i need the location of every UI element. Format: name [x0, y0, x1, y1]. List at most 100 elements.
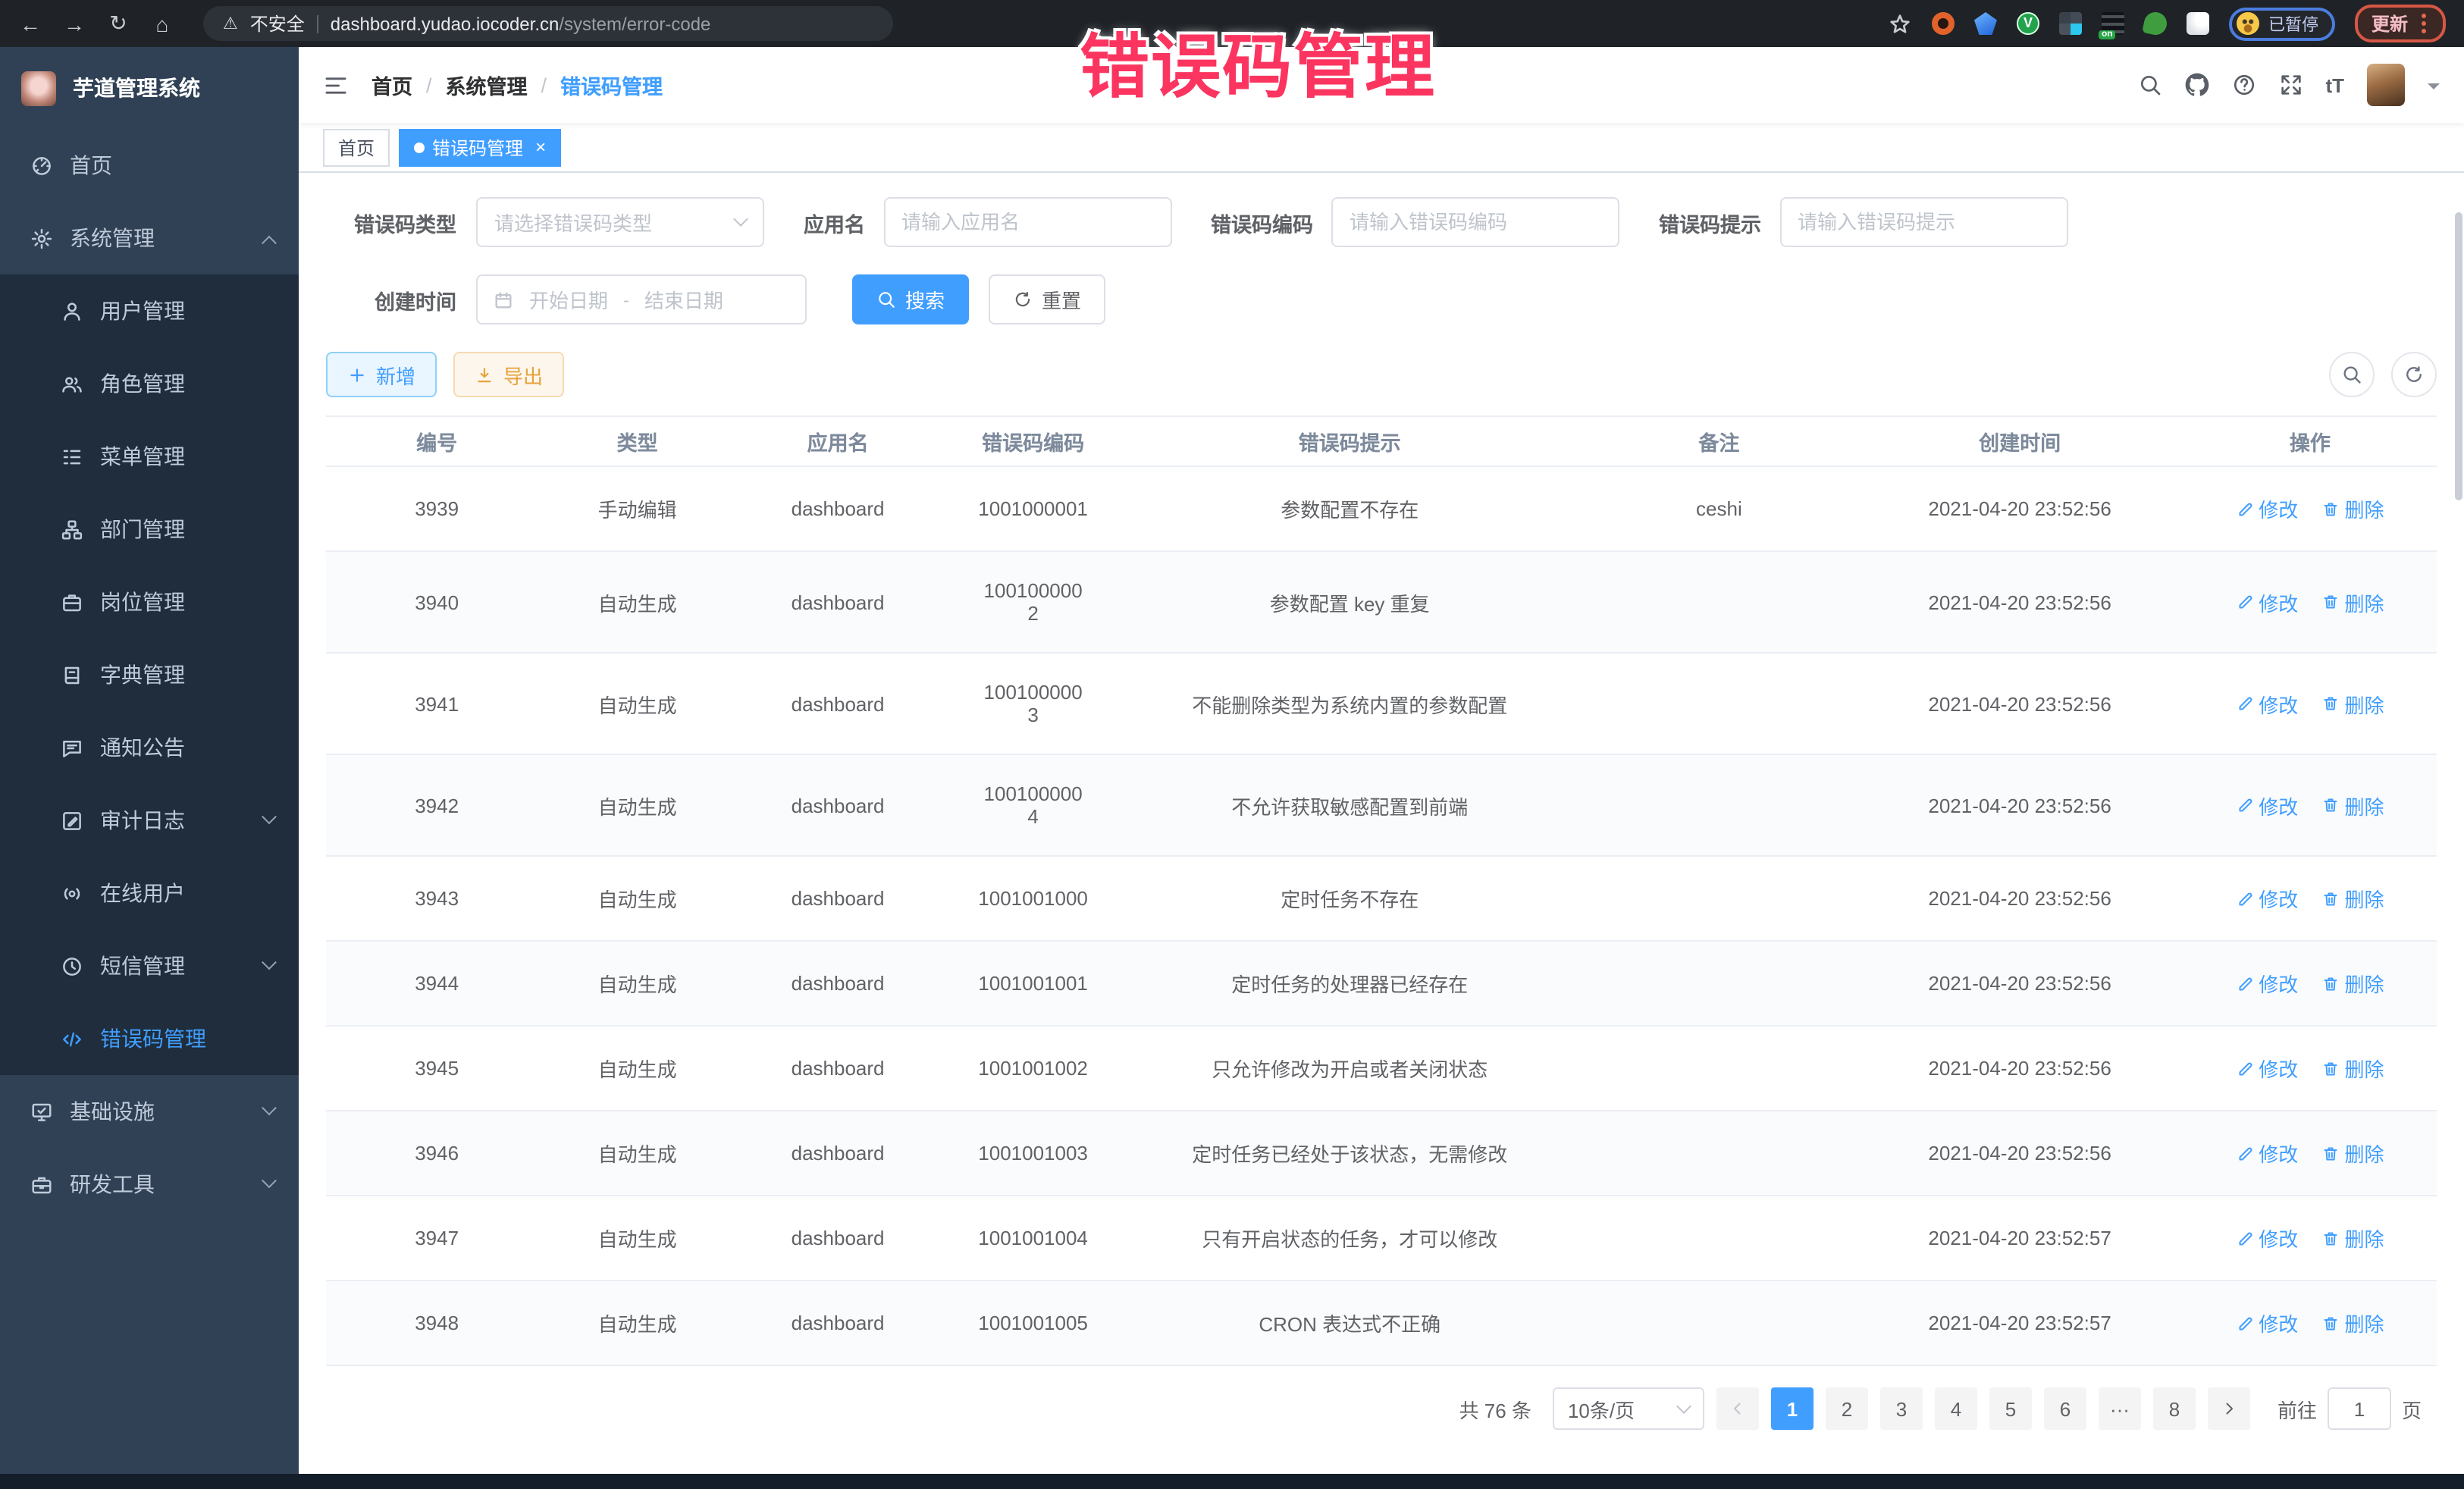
table-row[interactable]: 3943 自动生成 dashboard 1001001000 定时任务不存在 2… [326, 856, 2437, 941]
delete-link[interactable]: 删除 [2322, 588, 2384, 616]
browser-forward-icon[interactable]: → [62, 11, 86, 36]
table-row[interactable]: 3945 自动生成 dashboard 1001001002 只允许修改为开启或… [326, 1026, 2437, 1111]
tab[interactable]: 首页 × [323, 128, 390, 166]
sidebar-item[interactable]: 短信管理 [0, 929, 299, 1002]
sidebar-item[interactable]: 用户管理 [0, 274, 299, 347]
reset-button[interactable]: 重置 [989, 274, 1105, 324]
edit-link[interactable]: 修改 [2236, 588, 2298, 616]
delete-link[interactable]: 删除 [2322, 969, 2384, 998]
sidebar-item[interactable]: 岗位管理 [0, 566, 299, 638]
sidebar-item[interactable]: 菜单管理 [0, 420, 299, 493]
delete-link[interactable]: 删除 [2322, 884, 2384, 913]
date-range-input[interactable]: 开始日期 - 结束日期 [476, 274, 807, 324]
browser-back-icon[interactable]: ← [18, 11, 42, 36]
page-number-button[interactable]: 4 [1935, 1387, 1977, 1430]
extension-icon-orange[interactable] [1932, 12, 1955, 35]
prev-page-button[interactable] [1716, 1387, 1759, 1430]
goto-page-input[interactable] [2328, 1387, 2391, 1430]
bookmark-star-icon[interactable] [1888, 11, 1912, 36]
tab-close-icon[interactable]: × [535, 136, 546, 158]
extension-icon-tiles[interactable] [2059, 12, 2082, 35]
page-number-button[interactable]: 6 [2044, 1387, 2086, 1430]
hamburger-icon[interactable] [323, 72, 349, 98]
table-row[interactable]: 3942 自动生成 dashboard 100100000 4 不允许获取敏感配… [326, 754, 2437, 856]
browser-menu-icon[interactable] [2422, 21, 2426, 26]
error-code-input[interactable] [1331, 197, 1619, 247]
page-size-select[interactable]: 10条/页 [1553, 1387, 1704, 1430]
page-number-button[interactable]: 3 [1880, 1387, 1923, 1430]
sidebar-item[interactable]: 在线用户 [0, 857, 299, 929]
security-label[interactable]: 不安全 [250, 11, 305, 36]
app-name-input[interactable] [883, 197, 1171, 247]
extension-icon-puzzle[interactable] [2187, 12, 2209, 35]
extension-icon-gem[interactable] [1974, 12, 1997, 35]
sidebar-item[interactable]: 首页 [0, 129, 299, 202]
extension-icon-green-v[interactable] [2017, 12, 2039, 35]
page-number-button[interactable]: 8 [2153, 1387, 2196, 1430]
page-number-button[interactable]: 1 [1771, 1387, 1814, 1430]
edit-link[interactable]: 修改 [2236, 969, 2298, 998]
delete-link[interactable]: 删除 [2322, 689, 2384, 718]
table-row[interactable]: 3944 自动生成 dashboard 1001001001 定时任务的处理器已… [326, 941, 2437, 1026]
edit-link[interactable]: 修改 [2236, 884, 2298, 913]
browser-address-bar[interactable]: ⚠ 不安全 dashboard.yudao.iocoder.cn/system/… [203, 6, 893, 41]
table-row[interactable]: 3940 自动生成 dashboard 100100000 2 参数配置 key… [326, 551, 2437, 653]
app-logo-row[interactable]: 芋道管理系统 [0, 47, 299, 129]
edit-link[interactable]: 修改 [2236, 1054, 2298, 1083]
delete-link[interactable]: 删除 [2322, 791, 2384, 820]
sidebar-item[interactable]: 系统管理 [0, 202, 299, 274]
add-button[interactable]: 新增 [326, 352, 437, 397]
error-type-select[interactable]: 请选择错误码类型 [476, 197, 764, 247]
sidebar-item[interactable]: 错误码管理 [0, 1002, 299, 1075]
edit-link[interactable]: 修改 [2236, 689, 2298, 718]
export-button[interactable]: 导出 [453, 352, 564, 397]
delete-link[interactable]: 删除 [2322, 1054, 2384, 1083]
breadcrumb-home[interactable]: 首页 [371, 70, 412, 100]
table-row[interactable]: 3946 自动生成 dashboard 1001001003 定时任务已经处于该… [326, 1111, 2437, 1196]
user-avatar[interactable] [2367, 64, 2405, 106]
font-size-icon[interactable] [2325, 74, 2344, 96]
search-button[interactable]: 搜索 [852, 274, 969, 324]
sidebar-item[interactable]: 审计日志 [0, 784, 299, 857]
sidebar-item[interactable]: 研发工具 [0, 1148, 299, 1221]
table-row[interactable]: 3941 自动生成 dashboard 100100000 3 不能删除类型为系… [326, 653, 2437, 754]
delete-link[interactable]: 删除 [2322, 1224, 2384, 1252]
toggle-search-button[interactable] [2329, 352, 2375, 397]
extension-icon-green-key[interactable] [2142, 10, 2169, 37]
edit-link[interactable]: 修改 [2236, 1309, 2298, 1337]
table-row[interactable]: 3948 自动生成 dashboard 1001001005 CRON 表达式不… [326, 1281, 2437, 1365]
delete-link[interactable]: 删除 [2322, 1309, 2384, 1337]
sidebar-item[interactable]: 字典管理 [0, 638, 299, 711]
edit-link[interactable]: 修改 [2236, 1224, 2298, 1252]
table-row[interactable]: 3939 手动编辑 dashboard 1001000001 参数配置不存在 c… [326, 466, 2437, 551]
edit-link[interactable]: 修改 [2236, 494, 2298, 523]
next-page-button[interactable] [2208, 1387, 2250, 1430]
delete-link[interactable]: 删除 [2322, 494, 2384, 523]
help-icon[interactable] [2231, 73, 2256, 97]
sidebar-item[interactable]: 通知公告 [0, 711, 299, 784]
sidebar-item[interactable]: 基础设施 [0, 1075, 299, 1148]
url-text[interactable]: dashboard.yudao.iocoder.cn/system/error-… [331, 13, 711, 34]
error-hint-input[interactable] [1779, 197, 2067, 247]
tab[interactable]: 错误码管理 × [399, 128, 561, 166]
delete-link[interactable]: 删除 [2322, 1139, 2384, 1168]
extension-icon-on-badge[interactable] [2102, 12, 2124, 35]
github-icon[interactable] [2184, 73, 2209, 97]
page-number-button[interactable]: 5 [1989, 1387, 2032, 1430]
scrollbar-thumb[interactable] [2455, 212, 2462, 500]
browser-reload-icon[interactable]: ↻ [106, 11, 130, 36]
page-number-button[interactable]: 2 [1826, 1387, 1868, 1430]
breadcrumb-current[interactable]: 错误码管理 [560, 70, 663, 100]
avatar-caret-down-icon[interactable] [2428, 83, 2440, 95]
search-icon[interactable] [2137, 73, 2161, 97]
browser-home-icon[interactable]: ⌂ [150, 11, 174, 36]
breadcrumb-system[interactable]: 系统管理 [446, 70, 528, 100]
page-number-button[interactable]: ··· [2099, 1387, 2141, 1430]
sidebar-item[interactable]: 部门管理 [0, 493, 299, 566]
edit-link[interactable]: 修改 [2236, 791, 2298, 820]
browser-update-button[interactable]: 更新 [2355, 5, 2446, 42]
profile-paused-badge[interactable]: 已暂停 [2229, 7, 2335, 40]
sidebar-item[interactable]: 角色管理 [0, 347, 299, 420]
refresh-table-button[interactable] [2391, 352, 2437, 397]
fullscreen-icon[interactable] [2278, 73, 2303, 97]
